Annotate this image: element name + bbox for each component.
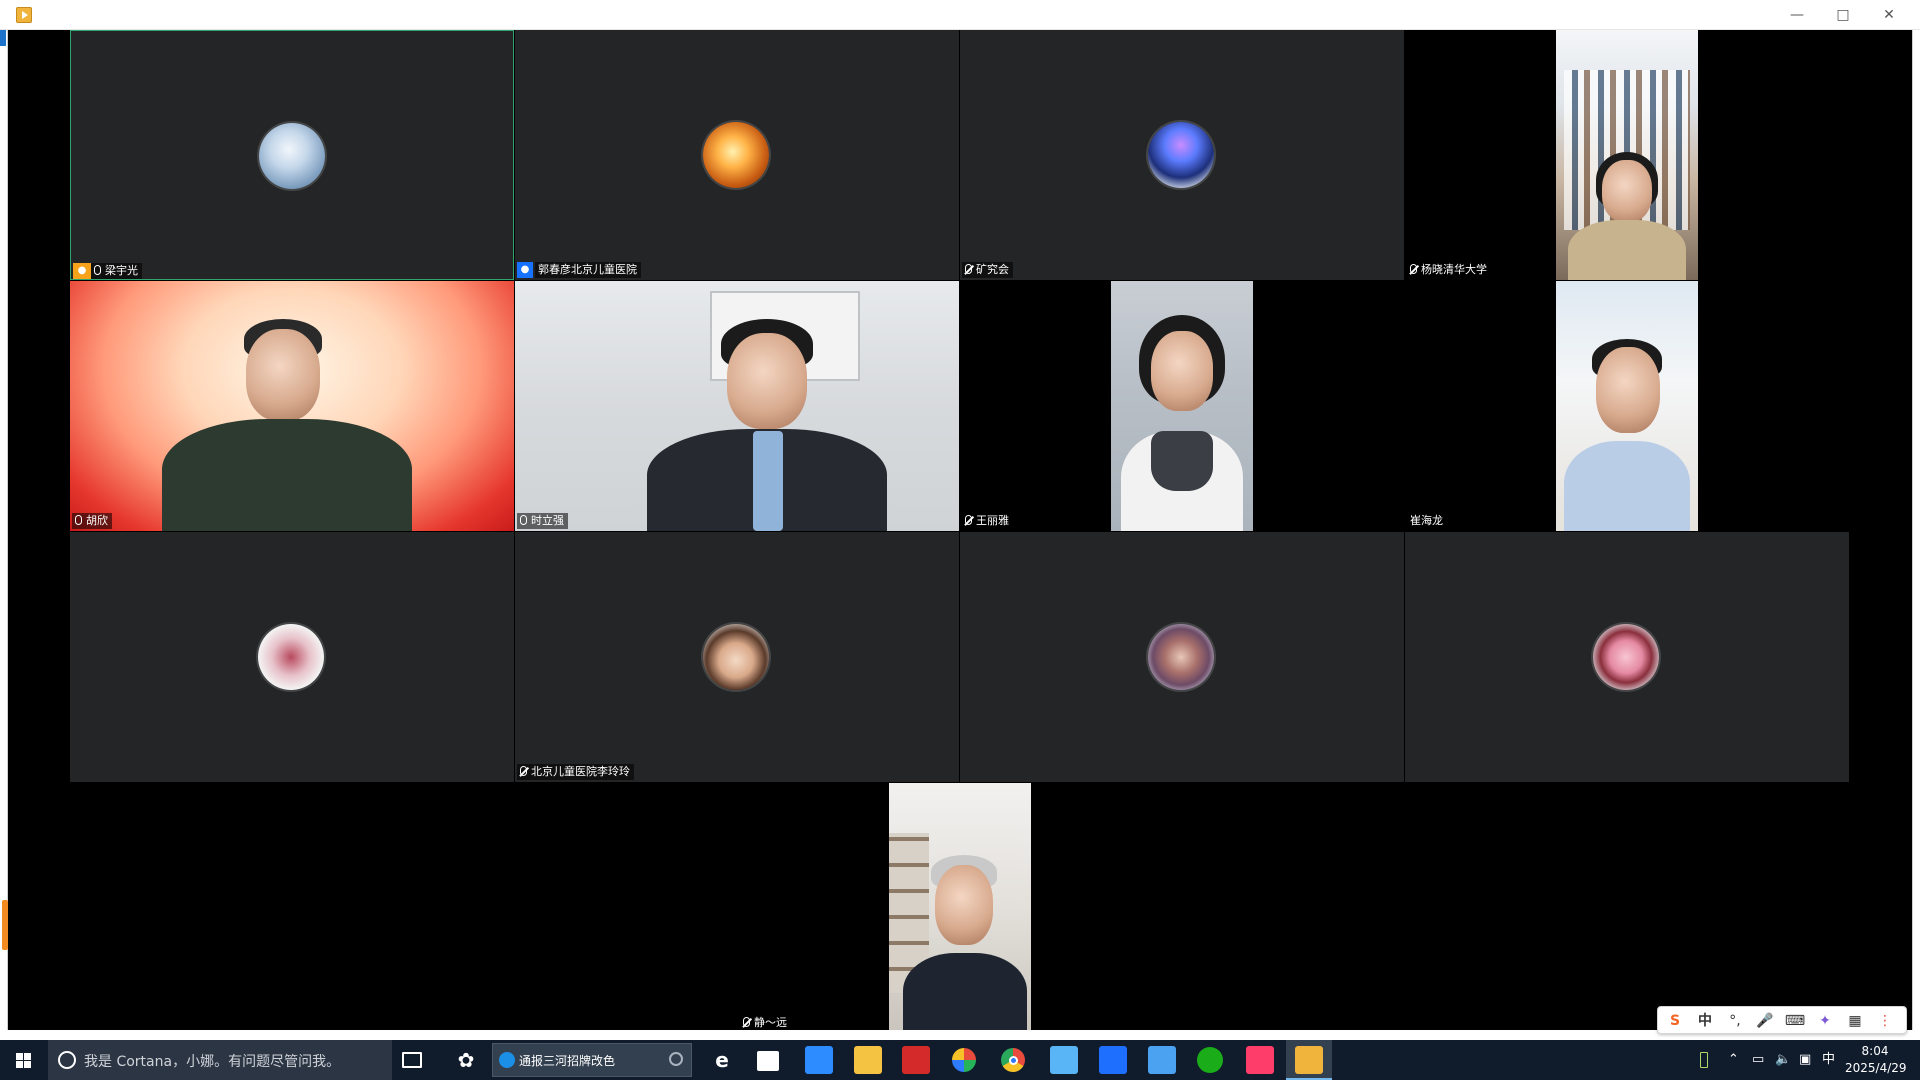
participant-tile[interactable]: [70, 532, 514, 782]
color-app-icon[interactable]: [952, 1048, 976, 1072]
maximize-button[interactable]: □: [1820, 0, 1866, 30]
zoom-meeting-icon[interactable]: [805, 1046, 833, 1074]
participant-name: 胡欣: [72, 513, 112, 529]
left-edge: [0, 30, 8, 1030]
cloud-drive-icon[interactable]: [1099, 1046, 1127, 1074]
participant-tile[interactable]: 崔海龙: [1405, 281, 1849, 531]
keyboard-icon[interactable]: ⌨: [1784, 1011, 1806, 1031]
close-button[interactable]: ✕: [1866, 0, 1912, 30]
taskbar-browser-task[interactable]: 通报三河招牌改色: [492, 1043, 692, 1077]
store-icon[interactable]: [757, 1051, 779, 1071]
toolbox-grid-icon[interactable]: ▦: [1844, 1011, 1866, 1031]
voice-input-icon[interactable]: 🎤: [1754, 1011, 1776, 1031]
sogou-logo-icon[interactable]: S: [1664, 1011, 1686, 1031]
search-icon: [669, 1052, 683, 1066]
participant-video: [1111, 281, 1253, 531]
participant-tile[interactable]: [1405, 532, 1849, 782]
participant-tile[interactable]: 静～远: [738, 783, 1182, 1030]
participant-name: 梁宇光: [91, 263, 142, 279]
mic-muted-icon: [965, 264, 972, 274]
ime-toolbar[interactable]: S 中 °, 🎤 ⌨ ✦ ▦ ⋮: [1657, 1006, 1907, 1034]
punctuation-icon[interactable]: °,: [1724, 1011, 1746, 1031]
chevron-up-icon[interactable]: ⌃: [1728, 1052, 1739, 1068]
cohost-badge-icon: ●: [517, 262, 533, 278]
battery-icon[interactable]: [1700, 1052, 1708, 1068]
participant-name: 矿究会: [962, 262, 1013, 278]
participant-tile[interactable]: ● 郭春彦北京儿童医院: [515, 30, 959, 280]
wechat-icon[interactable]: [1197, 1047, 1223, 1073]
right-edge: [1912, 30, 1920, 1030]
skin-icon[interactable]: ✦: [1814, 1011, 1836, 1031]
participant-tile[interactable]: 杨晓清华大学: [1405, 30, 1849, 280]
window-titlebar[interactable]: — □ ✕: [0, 0, 1920, 30]
network-icon[interactable]: ▭: [1752, 1052, 1764, 1068]
participant-video: [70, 281, 514, 531]
notification-icon[interactable]: ▣: [1799, 1052, 1811, 1068]
file-explorer-icon[interactable]: [854, 1046, 882, 1074]
participant-name: 北京儿童医院李玲玲: [517, 764, 634, 780]
participant-tile[interactable]: ● 梁宇光: [70, 30, 514, 280]
participant-name: 崔海龙: [1410, 514, 1443, 527]
computer-icon[interactable]: [1050, 1046, 1078, 1074]
ime-more-icon[interactable]: ⋮: [1874, 1011, 1896, 1031]
mic-muted-icon: [743, 1017, 750, 1027]
task-title: 通报三河招牌改色: [519, 1054, 616, 1068]
participant-video: [1556, 281, 1698, 531]
participant-tile[interactable]: 时立强: [515, 281, 959, 531]
participant-name: 杨晓清华大学: [1407, 262, 1491, 278]
participant-video: [1556, 30, 1698, 280]
participant-tile[interactable]: [960, 532, 1404, 782]
chrome-center-icon: [1009, 1056, 1018, 1065]
clock-date[interactable]: 2025/4/29: [1845, 1061, 1907, 1075]
participant-avatar: [258, 624, 324, 690]
search-placeholder: 我是 Cortana，小娜。有问题尽管问我。: [84, 1054, 341, 1070]
volume-icon[interactable]: 🔈: [1775, 1052, 1791, 1068]
participant-avatar: [703, 122, 769, 188]
participant-avatar: [1148, 122, 1214, 188]
participant-tile[interactable]: 北京儿童医院李玲玲: [515, 532, 959, 782]
participant-avatar: [259, 123, 325, 189]
host-badge-icon: ●: [73, 263, 91, 279]
pinwheel-app-icon[interactable]: ✿: [452, 1046, 480, 1074]
participant-name: 王丽雅: [962, 513, 1013, 529]
files-icon[interactable]: [1148, 1046, 1176, 1074]
minimize-button[interactable]: —: [1774, 0, 1820, 30]
ime-mode-toggle[interactable]: 中: [1694, 1011, 1716, 1031]
windows-taskbar: 我是 Cortana，小娜。有问题尽管问我。 ✿ 通报三河招牌改色 e ⌃ ▭ …: [0, 1040, 1920, 1080]
tray-ime-indicator[interactable]: 中: [1822, 1052, 1835, 1068]
wps-office-icon[interactable]: [902, 1046, 930, 1074]
participant-tile[interactable]: 矿究会: [960, 30, 1404, 280]
mic-icon: [520, 515, 527, 525]
participant-avatar: [1593, 624, 1659, 690]
mic-muted-icon: [1410, 264, 1417, 274]
participant-name: 时立强: [517, 513, 568, 529]
mic-muted-icon: [520, 766, 527, 776]
screen: — □ ✕ ● 梁宇光 ● 郭春彦北京儿童医院 矿究会 杨晓清华大学 胡欣 时立…: [0, 0, 1920, 1080]
windows-logo-icon: [16, 1053, 31, 1068]
participant-name: 郭春彦北京儿童医院: [535, 262, 641, 278]
browser-icon: [499, 1052, 515, 1068]
red-app-icon[interactable]: [1246, 1046, 1274, 1074]
participant-video: [515, 281, 959, 531]
participant-name: 静～远: [740, 1015, 791, 1030]
edge-icon[interactable]: e: [708, 1046, 736, 1074]
participant-tile[interactable]: 王丽雅: [960, 281, 1404, 531]
task-view-icon[interactable]: [402, 1052, 422, 1068]
mic-icon: [94, 265, 101, 275]
player-app-icon[interactable]: [1295, 1046, 1323, 1074]
clock-time[interactable]: 8:04: [1845, 1044, 1905, 1058]
meeting-gallery: ● 梁宇光 ● 郭春彦北京儿童医院 矿究会 杨晓清华大学 胡欣 时立强 王丽雅 …: [8, 30, 1912, 1030]
cortana-icon: [58, 1051, 76, 1069]
player-app-icon: [16, 7, 32, 23]
cortana-search-box[interactable]: 我是 Cortana，小娜。有问题尽管问我。: [48, 1040, 392, 1080]
participant-avatar: [703, 624, 769, 690]
participant-avatar: [1148, 624, 1214, 690]
left-edge-marker: [0, 30, 6, 46]
mic-icon: [75, 515, 82, 525]
start-button[interactable]: [0, 1040, 48, 1080]
participant-video: [889, 783, 1031, 1030]
participant-tile[interactable]: 胡欣: [70, 281, 514, 531]
mic-muted-icon: [965, 515, 972, 525]
